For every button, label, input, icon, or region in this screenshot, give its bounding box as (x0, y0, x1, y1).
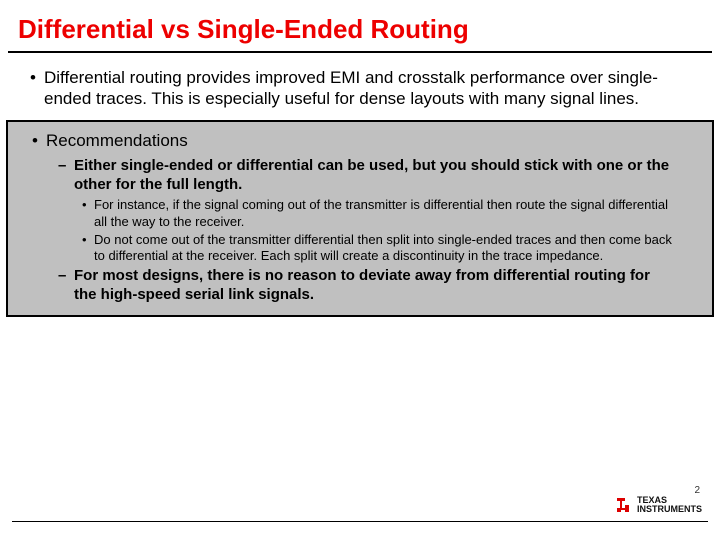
page-number: 2 (694, 485, 700, 496)
bullet-dot-icon: • (32, 130, 46, 151)
ti-mark-icon (615, 496, 633, 514)
title-underline (8, 51, 712, 53)
ti-logo: TEXAS INSTRUMENTS (615, 496, 702, 514)
ti-text-line2: INSTRUMENTS (637, 505, 702, 514)
rec-sub1a: For instance, if the signal coming out o… (94, 197, 676, 230)
ti-logo-text: TEXAS INSTRUMENTS (637, 496, 702, 514)
dash-icon: – (58, 157, 74, 176)
bullet-dot-icon: • (30, 67, 44, 88)
bullet-dot-icon: • (82, 232, 94, 248)
rec-sub1b-row: • Do not come out of the transmitter dif… (8, 231, 712, 266)
intro-text: Differential routing provides improved E… (44, 67, 690, 110)
footer-line (12, 521, 708, 522)
recommendations-box: • Recommendations – Either single-ended … (6, 120, 714, 317)
footer: TEXAS INSTRUMENTS (0, 521, 720, 522)
bullet-dot-icon: • (82, 197, 94, 213)
rec-sub2: For most designs, there is no reason to … (74, 267, 676, 305)
rec-sub1: Either single-ended or differential can … (74, 157, 676, 195)
slide-title: Differential vs Single-Ended Routing (0, 0, 720, 51)
rec-sub1-row: – Either single-ended or differential ca… (8, 155, 712, 197)
rec-sub2-row: – For most designs, there is no reason t… (8, 265, 712, 307)
rec-sub1a-row: • For instance, if the signal coming out… (8, 196, 712, 231)
rec-sub1b: Do not come out of the transmitter diffe… (94, 232, 676, 265)
slide: Differential vs Single-Ended Routing • D… (0, 0, 720, 540)
rec-heading: Recommendations (46, 130, 188, 151)
rec-heading-row: • Recommendations (8, 128, 712, 155)
dash-icon: – (58, 267, 74, 286)
intro-bullet: • Differential routing provides improved… (0, 67, 720, 120)
